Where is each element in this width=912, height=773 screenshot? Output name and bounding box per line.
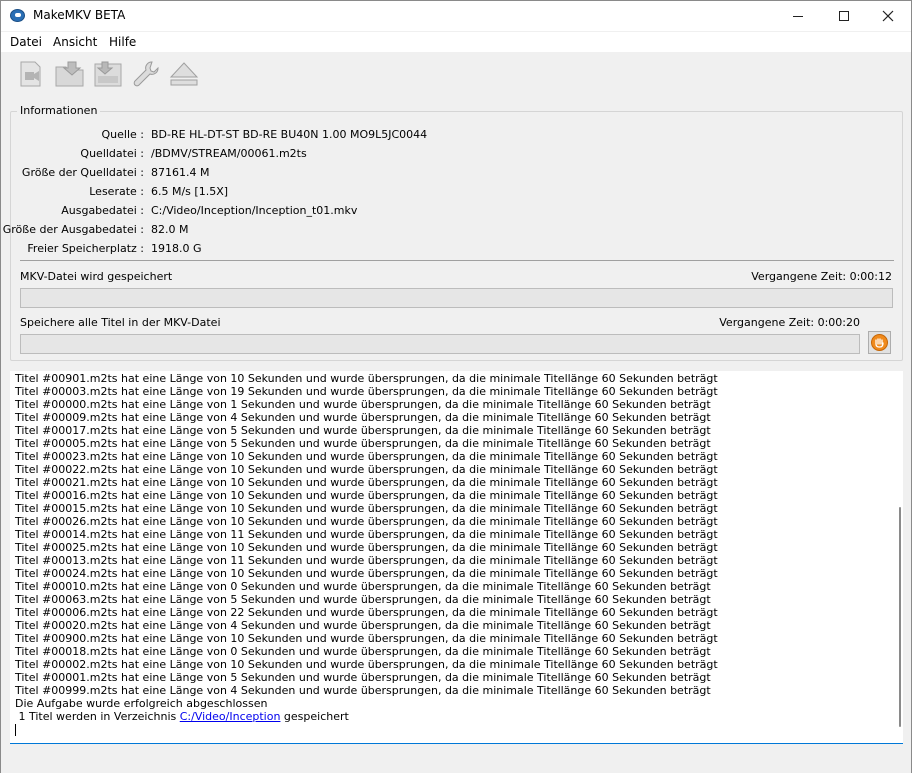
log-line: Titel #00005.m2ts hat eine Länge von 5 S…: [15, 437, 711, 450]
backup-icon: [94, 61, 122, 87]
window-title: MakeMKV BETA: [33, 8, 126, 22]
output-file-label: Ausgabedatei :: [61, 204, 144, 217]
log-line: Titel #00006.m2ts hat eine Länge von 22 …: [15, 606, 718, 619]
log-line: Titel #00017.m2ts hat eine Länge von 5 S…: [15, 424, 711, 437]
current-progress-bar: [20, 288, 893, 308]
log-line: Titel #00023.m2ts hat eine Länge von 10 …: [15, 450, 718, 463]
log-saved-prefix: 1 Titel werden in Verzeichnis: [15, 710, 180, 723]
log-line: Titel #00021.m2ts hat eine Länge von 10 …: [15, 476, 718, 489]
log-line-saved: 1 Titel werden in Verzeichnis C:/Video/I…: [15, 710, 883, 723]
close-button[interactable]: [865, 1, 911, 31]
menu-datei[interactable]: Datei: [10, 35, 42, 49]
text-caret: [15, 724, 16, 736]
source-value: BD-RE HL-DT-ST BD-RE BU40N 1.00 MO9L5JC0…: [151, 128, 428, 141]
log-line: Titel #00022.m2ts hat eine Länge von 10 …: [15, 463, 718, 476]
open-disc-button[interactable]: [53, 57, 87, 91]
free-space-value: 1918.0 G: [151, 242, 202, 255]
menu-hilfe[interactable]: Hilfe: [109, 35, 136, 49]
log-line: Titel #00901.m2ts hat eine Länge von 10 …: [15, 372, 718, 385]
maximize-icon: [839, 11, 849, 21]
toolbar: [1, 53, 911, 95]
total-progress-label: Speichere alle Titel in der MKV-Datei: [20, 316, 221, 329]
log-line: Titel #00001.m2ts hat eine Länge von 5 S…: [15, 671, 711, 684]
info-group-title: Informationen: [17, 104, 101, 117]
settings-wrench-icon: [133, 61, 159, 87]
log-line: Titel #00024.m2ts hat eine Länge von 10 …: [15, 567, 718, 580]
title-bar[interactable]: MakeMKV BETA: [1, 1, 911, 31]
info-separator: [20, 260, 894, 261]
menu-bar: Datei Ansicht Hilfe: [1, 32, 911, 52]
status-bar: [1, 747, 911, 773]
total-progress-bar: [20, 334, 860, 354]
open-files-icon: [20, 61, 41, 87]
log-line: Titel #00000.m2ts hat eine Länge von 1 S…: [15, 398, 711, 411]
log-output[interactable]: Titel #00901.m2ts hat eine Länge von 10 …: [10, 371, 903, 744]
minimize-icon: [793, 15, 803, 17]
log-line: Titel #00999.m2ts hat eine Länge von 4 S…: [15, 684, 711, 697]
log-line: Titel #00026.m2ts hat eine Länge von 10 …: [15, 515, 718, 528]
read-rate-value: 6.5 M/s [1.5X]: [151, 185, 229, 198]
open-disc-icon: [55, 61, 84, 87]
makemkv-app-icon: [10, 9, 25, 22]
log-line: Titel #00014.m2ts hat eine Länge von 11 …: [15, 528, 718, 541]
log-line: Titel #00063.m2ts hat eine Länge von 5 S…: [15, 593, 711, 606]
log-line: Titel #00018.m2ts hat eine Länge von 0 S…: [15, 645, 711, 658]
backup-button[interactable]: [91, 57, 125, 91]
log-lines: Titel #00901.m2ts hat eine Länge von 10 …: [15, 371, 883, 736]
maximize-button[interactable]: [821, 1, 867, 31]
source-file-label: Quelldatei :: [80, 147, 144, 160]
current-elapsed-time: Vergangene Zeit: 0:00:12: [751, 270, 892, 283]
stop-hand-icon: [871, 334, 888, 351]
source-size-value: 87161.4 M: [151, 166, 210, 179]
log-line: Die Aufgabe wurde erfolgreich abgeschlos…: [15, 697, 268, 710]
log-caret-line: [15, 723, 883, 736]
settings-button[interactable]: [129, 57, 163, 91]
log-scrollbar-thumb[interactable]: [899, 507, 901, 727]
output-folder-link[interactable]: C:/Video/Inception: [180, 710, 281, 723]
output-size-label: Größe der Ausgabedatei :: [2, 223, 144, 236]
log-scrollbar[interactable]: [891, 371, 903, 743]
log-line: Titel #00009.m2ts hat eine Länge von 4 S…: [15, 411, 711, 424]
open-files-button[interactable]: [15, 57, 49, 91]
log-line: Titel #00003.m2ts hat eine Länge von 19 …: [15, 385, 718, 398]
log-line: Titel #00025.m2ts hat eine Länge von 10 …: [15, 541, 718, 554]
log-line: Titel #00016.m2ts hat eine Länge von 10 …: [15, 489, 718, 502]
total-elapsed-time: Vergangene Zeit: 0:00:20: [719, 316, 860, 329]
makemkv-window: MakeMKV BETA Datei Ansicht Hilfe Informa…: [0, 0, 912, 773]
stop-button[interactable]: [868, 331, 891, 354]
log-saved-suffix: gespeichert: [280, 710, 349, 723]
eject-icon: [169, 62, 199, 86]
log-line: Titel #00900.m2ts hat eine Länge von 10 …: [15, 632, 718, 645]
source-label: Quelle :: [101, 128, 144, 141]
log-line: Titel #00010.m2ts hat eine Länge von 0 S…: [15, 580, 711, 593]
menu-ansicht[interactable]: Ansicht: [53, 35, 97, 49]
close-icon: [882, 10, 894, 22]
current-progress-label: MKV-Datei wird gespeichert: [20, 270, 173, 283]
read-rate-label: Leserate :: [89, 185, 144, 198]
minimize-button[interactable]: [775, 1, 821, 31]
source-file-value: /BDMV/STREAM/00061.m2ts: [151, 147, 307, 160]
output-size-value: 82.0 M: [151, 223, 189, 236]
log-line: Titel #00002.m2ts hat eine Länge von 10 …: [15, 658, 718, 671]
log-line: Titel #00020.m2ts hat eine Länge von 4 S…: [15, 619, 711, 632]
output-file-value: C:/Video/Inception/Inception_t01.mkv: [151, 204, 358, 217]
free-space-label: Freier Speicherplatz :: [27, 242, 144, 255]
log-line: Titel #00013.m2ts hat eine Länge von 11 …: [15, 554, 718, 567]
eject-button[interactable]: [167, 57, 201, 91]
log-line: Titel #00015.m2ts hat eine Länge von 10 …: [15, 502, 718, 515]
source-size-label: Größe der Quelldatei :: [21, 166, 144, 179]
